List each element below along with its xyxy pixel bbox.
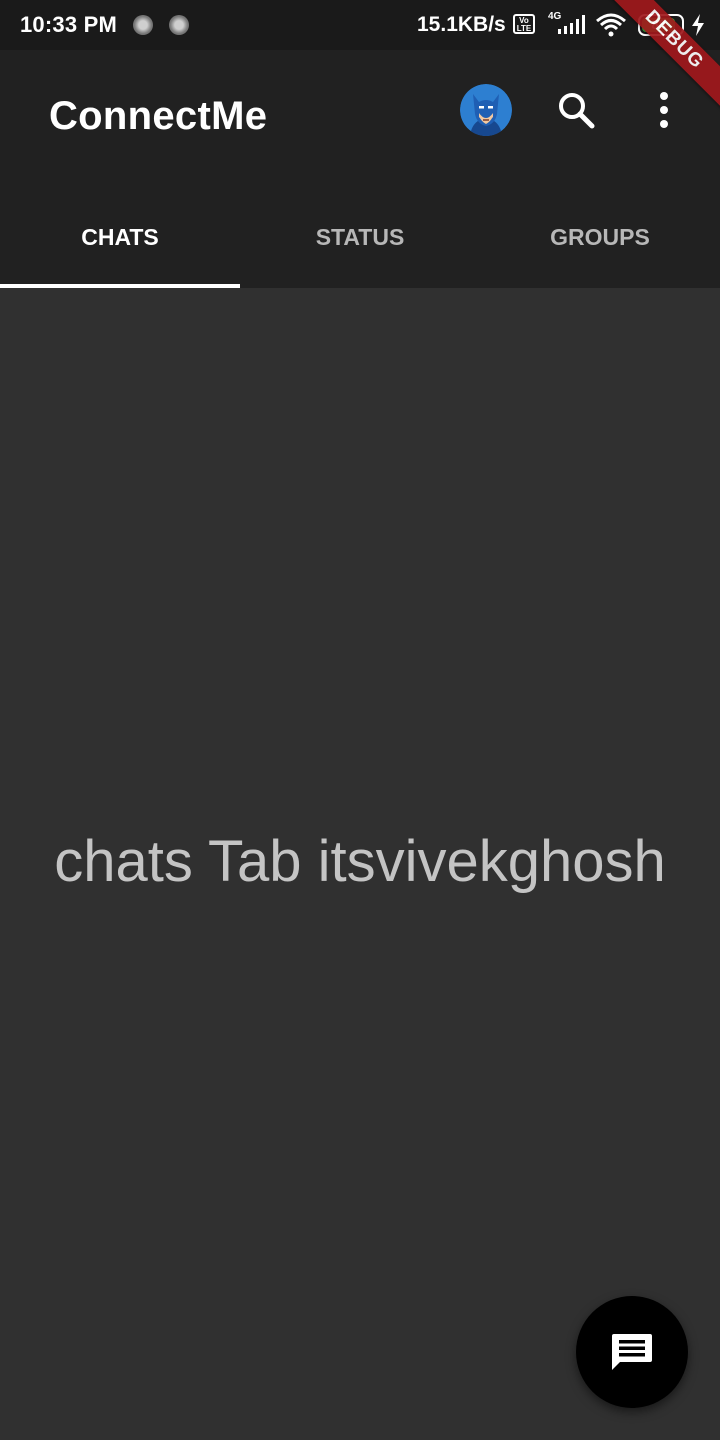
app-screen: 10:33 PM 15.1KB/s VoLTE 4G 88 ConnectMe — [0, 0, 720, 1440]
tab-status[interactable]: STATUS — [240, 200, 480, 288]
new-message-fab[interactable] — [576, 1296, 688, 1408]
tab-groups[interactable]: GROUPS — [480, 200, 720, 288]
network-speed: 15.1KB/s — [417, 13, 506, 36]
more-options-button[interactable] — [640, 86, 688, 134]
tab-label: STATUS — [315, 224, 405, 250]
volte-icon: Vo LTE — [513, 14, 535, 34]
status-time: 10:33 PM — [20, 12, 117, 37]
batman-avatar[interactable] — [460, 84, 512, 136]
charging-icon — [692, 14, 704, 36]
search-icon — [559, 93, 595, 129]
notification-dot-icon — [169, 15, 189, 35]
tab-bar: CHATS STATUS GROUPS — [0, 200, 720, 288]
wifi-icon — [596, 13, 626, 37]
status-bar: 10:33 PM 15.1KB/s VoLTE 4G 88 — [0, 0, 720, 50]
tab-chats[interactable]: CHATS — [0, 200, 240, 288]
tab-label: GROUPS — [550, 224, 650, 250]
message-icon — [612, 1334, 652, 1370]
search-button[interactable] — [552, 86, 600, 134]
tab-label: CHATS — [81, 224, 159, 250]
more-vert-icon — [660, 92, 668, 128]
signal-icon — [558, 15, 585, 34]
app-title: ConnectMe — [49, 94, 268, 138]
notification-dot-icon — [133, 15, 153, 35]
tab-indicator — [0, 284, 240, 288]
tab-content-text: chats Tab itsvivekghosh — [54, 829, 666, 894]
app-bar: ConnectMe CHATS STATUS GROUPS — [0, 50, 720, 288]
avatar-image — [460, 84, 512, 136]
